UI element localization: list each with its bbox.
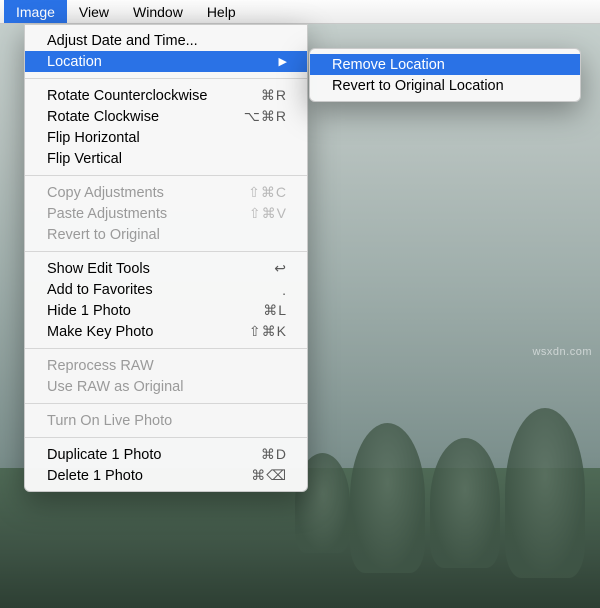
menu-revert-to-original: Revert to Original xyxy=(25,224,307,245)
menu-item-label: Use RAW as Original xyxy=(47,379,287,395)
menu-item-label: Make Key Photo xyxy=(47,324,237,340)
menu-hide-photo[interactable]: Hide 1 Photo ⌘L xyxy=(25,300,307,321)
menu-item-label: Reprocess RAW xyxy=(47,358,287,374)
menu-shortcut: ⌘⌫ xyxy=(237,467,287,484)
menu-item-label: Copy Adjustments xyxy=(47,185,237,201)
menu-shortcut: ⇧⌘V xyxy=(237,205,287,222)
submenu-item-label: Revert to Original Location xyxy=(332,78,504,94)
menu-separator xyxy=(25,78,307,79)
tree-structure xyxy=(505,408,585,578)
menu-item-label: Rotate Counterclockwise xyxy=(47,88,237,104)
menu-shortcut: ⌘D xyxy=(237,446,287,463)
menu-item-label: Location xyxy=(47,54,271,70)
menubar-image[interactable]: Image xyxy=(4,0,67,23)
menu-shortcut: ⇧⌘C xyxy=(237,184,287,201)
menu-make-key-photo[interactable]: Make Key Photo ⇧⌘K xyxy=(25,321,307,342)
menu-item-label: Paste Adjustments xyxy=(47,206,237,222)
submenu-remove-location[interactable]: Remove Location xyxy=(310,54,580,75)
menu-shortcut: ↩ xyxy=(237,260,287,277)
menu-item-label: Adjust Date and Time... xyxy=(47,33,287,49)
menu-separator xyxy=(25,437,307,438)
menu-item-label: Hide 1 Photo xyxy=(47,303,237,319)
menu-shortcut: ⌘L xyxy=(237,302,287,319)
menu-flip-vertical[interactable]: Flip Vertical xyxy=(25,148,307,169)
menu-rotate-ccw[interactable]: Rotate Counterclockwise ⌘R xyxy=(25,85,307,106)
watermark: wsxdn.com xyxy=(532,346,592,358)
menu-item-label: Rotate Clockwise xyxy=(47,109,237,125)
menu-add-to-favorites[interactable]: Add to Favorites . xyxy=(25,279,307,300)
menu-show-edit-tools[interactable]: Show Edit Tools ↩ xyxy=(25,258,307,279)
menu-item-label: Duplicate 1 Photo xyxy=(47,447,237,463)
menu-location[interactable]: Location ▶ xyxy=(25,51,307,72)
submenu-item-label: Remove Location xyxy=(332,57,445,73)
menu-item-label: Revert to Original xyxy=(47,227,287,243)
menu-paste-adjustments: Paste Adjustments ⇧⌘V xyxy=(25,203,307,224)
menu-use-raw-as-original: Use RAW as Original xyxy=(25,376,307,397)
submenu-revert-original-location[interactable]: Revert to Original Location xyxy=(310,75,580,96)
menubar-window[interactable]: Window xyxy=(121,0,195,23)
menu-separator xyxy=(25,175,307,176)
menu-shortcut: ⌥⌘R xyxy=(237,108,287,125)
submenu-arrow-icon: ▶ xyxy=(279,55,287,68)
menu-item-label: Delete 1 Photo xyxy=(47,468,237,484)
menubar-view[interactable]: View xyxy=(67,0,121,23)
menu-rotate-cw[interactable]: Rotate Clockwise ⌥⌘R xyxy=(25,106,307,127)
menu-item-label: Add to Favorites xyxy=(47,282,237,298)
menu-flip-horizontal[interactable]: Flip Horizontal xyxy=(25,127,307,148)
menu-delete-photo[interactable]: Delete 1 Photo ⌘⌫ xyxy=(25,465,307,486)
menubar: Image View Window Help xyxy=(0,0,600,24)
menu-turn-on-live-photo: Turn On Live Photo xyxy=(25,410,307,431)
menu-reprocess-raw: Reprocess RAW xyxy=(25,355,307,376)
menubar-help[interactable]: Help xyxy=(195,0,248,23)
menu-item-label: Flip Vertical xyxy=(47,151,287,167)
image-menu: Adjust Date and Time... Location ▶ Rotat… xyxy=(24,24,308,492)
menu-separator xyxy=(25,348,307,349)
location-submenu: Remove Location Revert to Original Locat… xyxy=(309,48,581,102)
menu-duplicate-photo[interactable]: Duplicate 1 Photo ⌘D xyxy=(25,444,307,465)
menu-shortcut: ⇧⌘K xyxy=(237,323,287,340)
menu-adjust-date-time[interactable]: Adjust Date and Time... xyxy=(25,30,307,51)
menu-separator xyxy=(25,251,307,252)
menu-separator xyxy=(25,403,307,404)
menu-item-label: Show Edit Tools xyxy=(47,261,237,277)
menu-copy-adjustments: Copy Adjustments ⇧⌘C xyxy=(25,182,307,203)
menu-shortcut: ⌘R xyxy=(237,87,287,104)
tree-structure xyxy=(350,423,425,573)
menu-shortcut: . xyxy=(237,282,287,298)
tree-structure xyxy=(430,438,500,568)
menu-item-label: Flip Horizontal xyxy=(47,130,287,146)
menu-item-label: Turn On Live Photo xyxy=(47,413,287,429)
